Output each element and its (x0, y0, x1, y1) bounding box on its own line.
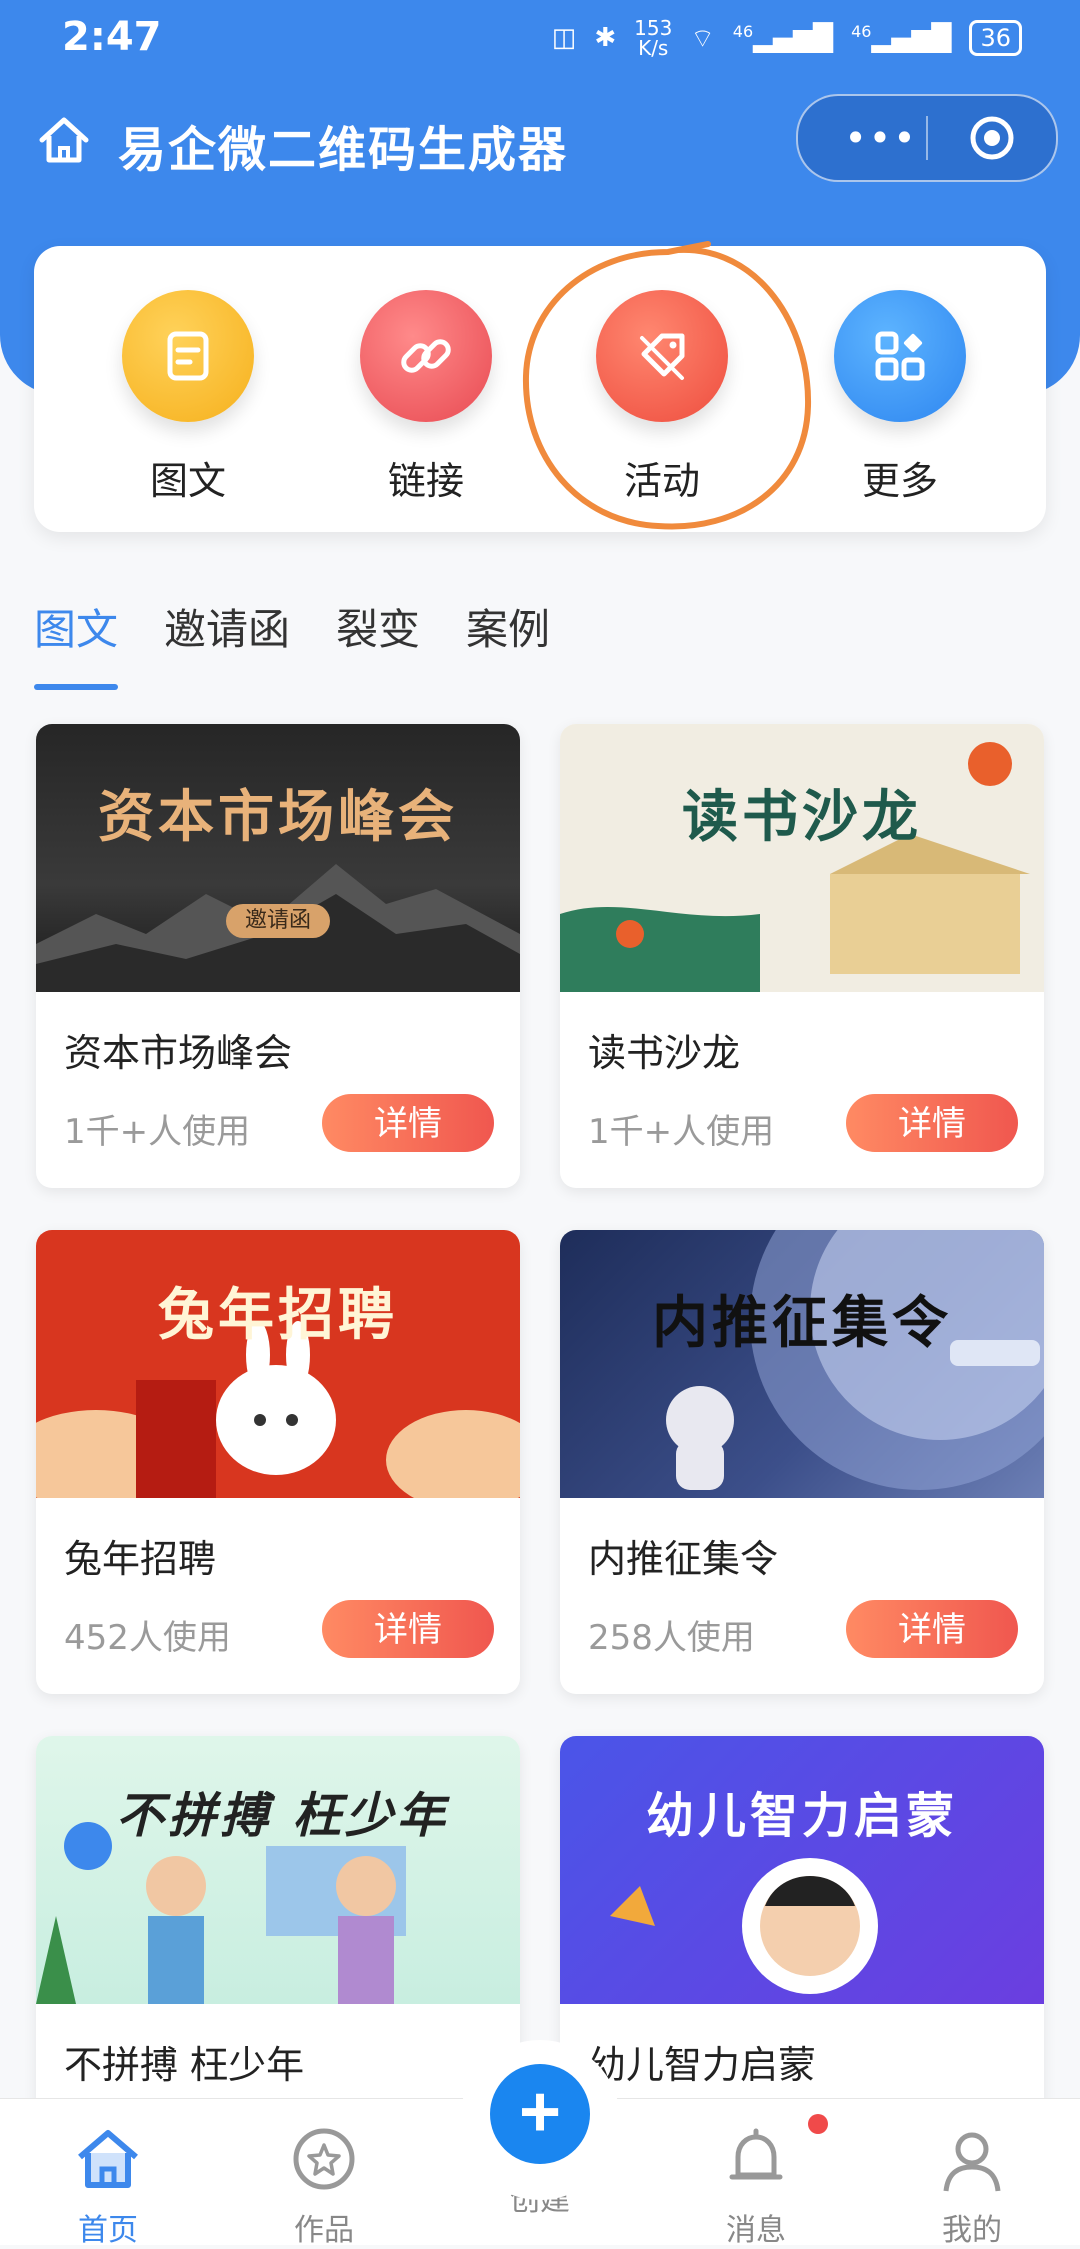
signal-2: 46▂▄▆█ (851, 22, 952, 54)
banner-title: 资本市场峰会 (98, 785, 458, 850)
category-tuwen[interactable]: 图文 (98, 290, 278, 520)
template-banner: 读书沙龙 (560, 724, 1044, 992)
banner-title: 兔年招聘 (158, 1283, 398, 1348)
tab-fission[interactable]: 裂变 (336, 596, 420, 676)
category-label: 链接 (387, 459, 464, 503)
book-graphic (560, 742, 1030, 992)
star-badge-icon (293, 2128, 355, 2190)
template-usage: 452人使用 (64, 1618, 231, 1658)
template-name: 兔年招聘 (64, 1537, 217, 1581)
nav-home[interactable]: 首页 (28, 2123, 188, 2249)
template-usage: 1千+人使用 (588, 1112, 775, 1152)
tab-invitation[interactable]: 邀请函 (164, 596, 290, 676)
template-card[interactable]: 读书沙龙 读书沙龙 1千+人使用 详情 (560, 724, 1044, 1188)
template-name: 资本市场峰会 (64, 1031, 293, 1075)
home-icon[interactable] (36, 112, 92, 168)
battery-icon: 36 (969, 20, 1022, 56)
detail-button[interactable]: 详情 (846, 1600, 1018, 1658)
status-time: 2:47 (62, 14, 162, 60)
signal-1: 46▂▄▆█ (732, 22, 834, 54)
bluetooth-icon: ✱ (594, 23, 617, 53)
close-miniapp-icon[interactable] (968, 114, 1016, 162)
user-icon (943, 2132, 1001, 2192)
category-link[interactable]: 链接 (336, 290, 516, 520)
template-banner: 兔年招聘 (36, 1230, 520, 1498)
nav-mine[interactable]: 我的 (892, 2123, 1052, 2249)
bell-icon (729, 2128, 783, 2180)
unread-dot (808, 2114, 828, 2134)
capsule-divider (926, 116, 928, 160)
detail-button[interactable]: 详情 (322, 1094, 494, 1152)
template-banner: 幼儿智力启蒙 (560, 1736, 1044, 2004)
status-bar: 2:47 ◫ ✱ 153 K/s ⌔ 46▂▄▆█ 46▂▄▆█ 36 (0, 0, 1080, 80)
template-banner: 资本市场峰会 邀请函 (36, 724, 520, 992)
category-more[interactable]: 更多 (810, 290, 990, 520)
miniapp-capsule: ••• (796, 94, 1058, 182)
more-menu-button[interactable]: ••• (836, 118, 926, 158)
detail-button[interactable]: 详情 (846, 1094, 1018, 1152)
banner-title: 内推征集令 (652, 1291, 952, 1356)
category-label: 图文 (149, 459, 226, 503)
category-icon-bg (122, 290, 254, 422)
tab-cases[interactable]: 案例 (466, 596, 550, 676)
template-card[interactable]: 资本市场峰会 邀请函 资本市场峰会 1千+人使用 详情 (36, 724, 520, 1188)
astronaut-graphic (666, 1230, 1044, 1490)
annotation-circle (522, 241, 812, 530)
link-icon (401, 339, 451, 373)
title-bar: 易企微二维码生成器 ••• (0, 94, 1080, 182)
template-tabs: 图文 邀请函 裂变 案例 (34, 596, 550, 690)
category-icon-bg (834, 290, 966, 422)
detail-button[interactable]: 详情 (322, 1600, 494, 1658)
template-name: 不拼搏 枉少年 (64, 2043, 305, 2087)
nav-label: 作品 (294, 2213, 354, 2248)
home-icon (78, 2130, 138, 2188)
nav-label: 首页 (78, 2213, 138, 2248)
template-name: 内推征集令 (588, 1537, 779, 1581)
create-button[interactable]: + (490, 2064, 590, 2164)
category-label: 更多 (861, 459, 938, 503)
nav-works[interactable]: 作品 (244, 2123, 404, 2249)
template-card[interactable]: 内推征集令 内推征集令 258人使用 详情 (560, 1230, 1044, 1694)
template-name: 幼儿智力启蒙 (588, 2043, 817, 2087)
net-speed: 153 K/s (634, 16, 673, 60)
grid-icon (875, 331, 925, 381)
nav-messages[interactable]: 消息 (676, 2123, 836, 2249)
status-icons: ◫ ✱ 153 K/s ⌔ 46▂▄▆█ 46▂▄▆█ 36 (552, 18, 1022, 58)
wifi-icon: ⌔ (690, 23, 715, 54)
app-title: 易企微二维码生成器 (118, 122, 569, 178)
banner-title: 读书沙龙 (682, 785, 922, 850)
template-usage: 258人使用 (588, 1618, 755, 1658)
nfc-icon: ◫ (551, 23, 577, 53)
template-banner: 不拼搏 枉少年 (36, 1736, 520, 2004)
tab-tuwen[interactable]: 图文 (34, 596, 119, 690)
banner-title: 不拼搏 枉少年 (116, 1788, 449, 1844)
template-banner: 内推征集令 (560, 1230, 1044, 1498)
banner-title: 幼儿智力启蒙 (645, 1788, 958, 1844)
document-icon (167, 331, 209, 381)
template-card[interactable]: 兔年招聘 兔年招聘 452人使用 详情 (36, 1230, 520, 1694)
plus-icon: + (518, 2072, 562, 2152)
category-icon-bg (360, 290, 492, 422)
nav-label: 消息 (726, 2213, 786, 2248)
template-name: 读书沙龙 (588, 1031, 741, 1075)
template-usage: 1千+人使用 (64, 1112, 251, 1152)
nav-label: 我的 (942, 2213, 1002, 2248)
invitation-badge: 邀请函 (226, 904, 330, 938)
